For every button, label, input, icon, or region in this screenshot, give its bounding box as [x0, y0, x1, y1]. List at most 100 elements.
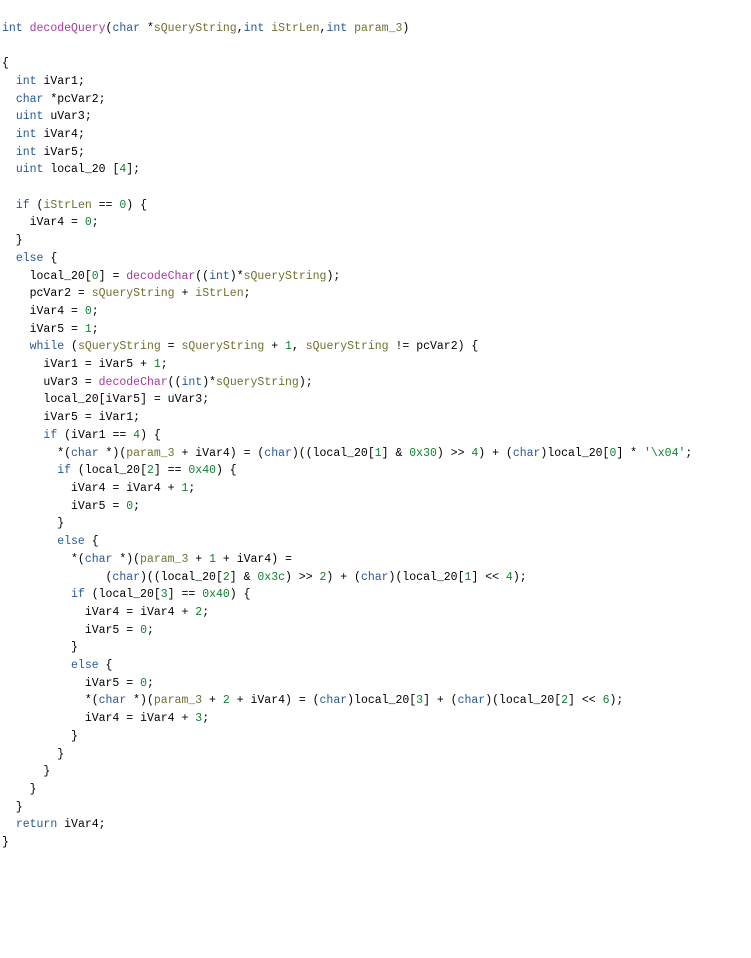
d4t: int — [16, 146, 37, 159]
p3n: param_3 — [354, 22, 402, 35]
v: iVar1 — [99, 411, 134, 424]
d2n: uVar3 — [50, 110, 85, 123]
n: 0x40 — [202, 588, 230, 601]
v: param_3 — [126, 447, 174, 460]
v: iVar5 — [71, 500, 106, 513]
v: iStrLen — [195, 287, 243, 300]
v: iVar1 — [71, 429, 106, 442]
d3t: int — [16, 128, 37, 141]
d0t: int — [16, 75, 37, 88]
n: 0x3c — [257, 571, 285, 584]
v: local_20 — [161, 571, 216, 584]
v: iVar4 — [126, 482, 161, 495]
v: uVar3 — [43, 376, 78, 389]
t: char — [99, 694, 127, 707]
n: 2 — [147, 464, 154, 477]
v: local_20 — [30, 270, 85, 283]
t: char — [85, 553, 113, 566]
t: int — [181, 376, 202, 389]
n: 0x40 — [188, 464, 216, 477]
n: 0 — [85, 216, 92, 229]
n: 2 — [195, 606, 202, 619]
v: iVar4 — [195, 447, 230, 460]
v: sQueryString — [244, 270, 327, 283]
n: 1 — [181, 482, 188, 495]
d1t: char — [16, 93, 44, 106]
call: decodeChar — [126, 270, 195, 283]
v: sQueryString — [306, 340, 389, 353]
v: iVar4 — [140, 712, 175, 725]
n: 0 — [609, 447, 616, 460]
d5a: 4 — [119, 163, 126, 176]
d3n: iVar4 — [43, 128, 78, 141]
p2n: iStrLen — [271, 22, 319, 35]
v: iVar5 — [106, 393, 141, 406]
line: int decodeQuery(char *sQueryString,int i… — [2, 22, 409, 35]
n: 0 — [119, 199, 126, 212]
d1n: pcVar2 — [57, 93, 98, 106]
v: uVar3 — [168, 393, 203, 406]
p2t: int — [244, 22, 265, 35]
v: param_3 — [154, 694, 202, 707]
t: char — [513, 447, 541, 460]
code-view: int decodeQuery(char *sQueryString,int i… — [0, 20, 751, 852]
v: iVar5 — [30, 323, 65, 336]
t: char — [71, 447, 99, 460]
v: local_20 — [547, 447, 602, 460]
d0n: iVar1 — [43, 75, 78, 88]
d4n: iVar5 — [43, 146, 78, 159]
n: 1 — [154, 358, 161, 371]
v: iVar5 — [43, 411, 78, 424]
v: local_20 — [499, 694, 554, 707]
v: iVar5 — [85, 624, 120, 637]
t: char — [112, 571, 140, 584]
v: sQueryString — [181, 340, 264, 353]
n: 3 — [195, 712, 202, 725]
v: iVar4 — [71, 482, 106, 495]
p3t: int — [326, 22, 347, 35]
kw: if — [43, 429, 57, 442]
p1n: sQueryString — [154, 22, 237, 35]
v: sQueryString — [92, 287, 175, 300]
kw: else — [57, 535, 85, 548]
v: pcVar2 — [416, 340, 457, 353]
t: char — [320, 694, 348, 707]
v: iVar4 — [85, 606, 120, 619]
v: local_20 — [354, 694, 409, 707]
v: iVar4 — [251, 694, 286, 707]
v: local_20 — [85, 464, 140, 477]
kw: else — [16, 252, 44, 265]
v: iVar4 — [85, 712, 120, 725]
n: 0 — [140, 677, 147, 690]
n: 6 — [603, 694, 610, 707]
t: char — [361, 571, 389, 584]
lit: '\x04' — [644, 447, 685, 460]
v: pcVar2 — [30, 287, 71, 300]
n: 1 — [375, 447, 382, 460]
v: local_20 — [99, 588, 154, 601]
t: int — [209, 270, 230, 283]
v: iVar4 — [30, 305, 65, 318]
n: 1 — [209, 553, 216, 566]
n: 0 — [92, 270, 99, 283]
n: 4 — [133, 429, 140, 442]
n: 3 — [416, 694, 423, 707]
v: iVar4 — [140, 606, 175, 619]
v: local_20 — [43, 393, 98, 406]
v: iVar4 — [30, 216, 65, 229]
v: iVar5 — [85, 677, 120, 690]
d5t: uint — [16, 163, 44, 176]
v: iVar4 — [64, 818, 99, 831]
v: iVar5 — [99, 358, 134, 371]
v: local_20 — [313, 447, 368, 460]
t: char — [458, 694, 486, 707]
kw: if — [16, 199, 30, 212]
p1t: char — [112, 22, 140, 35]
d5n: local_20 — [50, 163, 105, 176]
fn-name: decodeQuery — [30, 22, 106, 35]
n: 2 — [320, 571, 327, 584]
n: 1 — [285, 340, 292, 353]
v: iStrLen — [43, 199, 91, 212]
t: char — [264, 447, 292, 460]
n: 1 — [85, 323, 92, 336]
